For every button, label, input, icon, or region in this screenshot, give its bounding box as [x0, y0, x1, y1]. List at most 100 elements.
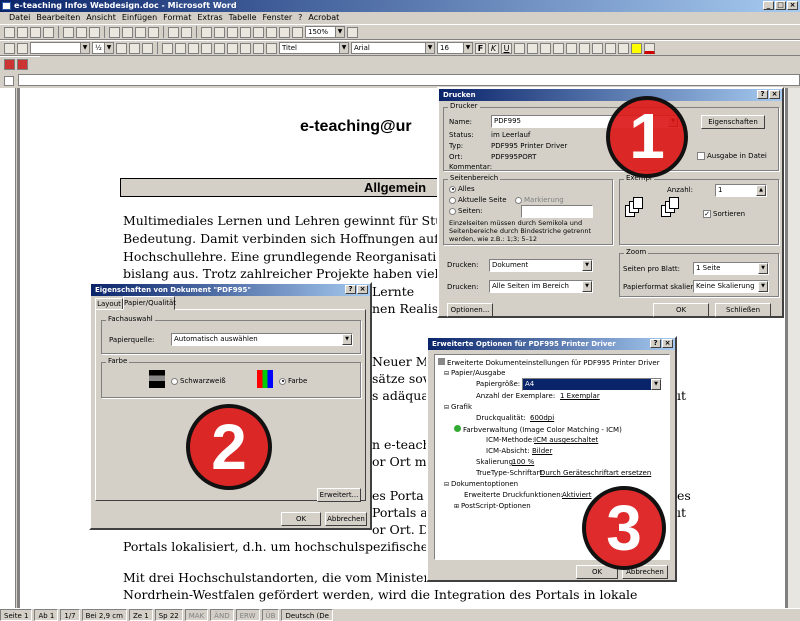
truetype-value[interactable]: Durch Geräteschriftart ersetzen	[540, 469, 651, 477]
print-help-button[interactable]: ?	[757, 90, 768, 99]
scale-to-paper-select[interactable]: Keine Skalierung ▼	[693, 280, 769, 293]
highlight-icon[interactable]	[631, 42, 642, 54]
status-ub[interactable]: ÜB	[261, 609, 280, 621]
tree-icm[interactable]: Farbverwaltung (Image Color Matching - I…	[454, 425, 622, 434]
tables-icon[interactable]	[214, 26, 225, 38]
merge-icon[interactable]	[175, 42, 186, 54]
minimize-button[interactable]: _	[763, 1, 774, 10]
props-cancel-button[interactable]: Abbrechen	[325, 512, 367, 526]
print-range-select[interactable]: Alle Seiten im Bereich ▼	[489, 280, 593, 293]
pencil-icon[interactable]	[4, 42, 15, 54]
tree-root[interactable]: Erweiterte Dokumenteinstellungen für PDF…	[438, 358, 660, 367]
range-current-radio[interactable]: Aktuelle Seite	[449, 196, 507, 204]
print-to-file-checkbox[interactable]: Ausgabe in Datei	[697, 152, 767, 160]
tree-paper-output[interactable]: ⊟ Papier/Ausgabe	[444, 369, 505, 377]
help-icon[interactable]	[347, 26, 358, 38]
line-width-combo[interactable]: ½ ▼	[92, 42, 114, 54]
sum-icon[interactable]	[266, 42, 277, 54]
decrease-indent-icon[interactable]	[592, 42, 603, 54]
print-icon[interactable]	[63, 26, 74, 38]
acrobat-mail-icon[interactable]	[17, 59, 28, 70]
zoom-combo[interactable]: 150% ▼	[305, 26, 345, 38]
align-icon[interactable]	[201, 42, 212, 54]
print-close-x-button[interactable]: ×	[769, 90, 780, 99]
cut-icon[interactable]	[109, 26, 120, 38]
bullets-icon[interactable]	[579, 42, 590, 54]
pages-input[interactable]	[521, 205, 593, 218]
underline-button[interactable]: U	[501, 42, 512, 54]
props-close-x-button[interactable]: ×	[357, 285, 368, 294]
pages-per-sheet-select[interactable]: 1 Seite ▼	[693, 262, 769, 275]
props-help-button[interactable]: ?	[345, 285, 356, 294]
adv-close-x-button[interactable]: ×	[662, 339, 673, 348]
status-mak[interactable]: MAK	[184, 609, 209, 621]
font-color-icon[interactable]	[644, 42, 655, 54]
doc-map-icon[interactable]	[279, 26, 290, 38]
menu-tabelle[interactable]: Tabelle	[226, 12, 260, 24]
maximize-button[interactable]: □	[775, 1, 786, 10]
menu-help[interactable]: ?	[295, 12, 305, 24]
italic-button[interactable]: K	[488, 42, 499, 54]
eraser-icon[interactable]	[17, 42, 28, 54]
border-color-icon[interactable]	[116, 42, 127, 54]
copies-count-input[interactable]: 1 ▲	[715, 184, 767, 197]
hyperlink-icon[interactable]	[201, 26, 212, 38]
spelling-icon[interactable]	[89, 26, 100, 38]
new-icon[interactable]	[4, 26, 15, 38]
border-icon[interactable]	[129, 42, 140, 54]
print-quality-value[interactable]: 600dpi	[530, 414, 554, 422]
preview-icon[interactable]	[76, 26, 87, 38]
menu-fenster[interactable]: Fenster	[260, 12, 296, 24]
menu-format[interactable]: Format	[160, 12, 194, 24]
range-all-radio[interactable]: Alles	[449, 185, 475, 193]
format-painter-icon[interactable]	[148, 26, 159, 38]
split-icon[interactable]	[188, 42, 199, 54]
align-right-icon[interactable]	[540, 42, 551, 54]
menu-acrobat[interactable]: Acrobat	[305, 12, 342, 24]
vertical-ruler[interactable]	[0, 88, 16, 608]
insert-table-icon[interactable]	[227, 26, 238, 38]
horizontal-ruler[interactable]	[18, 74, 800, 86]
table-insert-icon[interactable]	[162, 42, 173, 54]
menu-bearbeiten[interactable]: Bearbeiten	[33, 12, 83, 24]
monochrome-radio[interactable]: Schwarzweiß	[171, 377, 226, 385]
paste-icon[interactable]	[135, 26, 146, 38]
menu-ansicht[interactable]: Ansicht	[83, 12, 119, 24]
tree-postscript[interactable]: ⊞ PostScript-Optionen	[454, 502, 531, 510]
close-button[interactable]: ×	[787, 1, 798, 10]
justify-icon[interactable]	[553, 42, 564, 54]
properties-button[interactable]: Eigenschaften	[701, 115, 765, 129]
sort-icon[interactable]	[253, 42, 264, 54]
redo-icon[interactable]	[181, 26, 192, 38]
icm-method-value[interactable]: ICM ausgeschaltet	[534, 436, 598, 444]
undo-icon[interactable]	[168, 26, 179, 38]
tab-paper-quality[interactable]: Papier/Qualität	[123, 296, 176, 310]
mail-icon[interactable]	[43, 26, 54, 38]
advanced-button[interactable]: Erweitert...	[317, 488, 361, 502]
distribute-icon[interactable]	[214, 42, 225, 54]
print-close-button[interactable]: Schließen	[715, 303, 771, 317]
color-radio[interactable]: Farbe	[279, 377, 307, 385]
range-selection-radio[interactable]: Markierung	[515, 196, 564, 204]
props-ok-button[interactable]: OK	[281, 512, 321, 526]
status-erw[interactable]: ERW	[235, 609, 260, 621]
copy-count-value[interactable]: 1 Exemplar	[560, 392, 600, 400]
collate-checkbox[interactable]: ✓ Sortieren	[703, 210, 745, 218]
print-what-select[interactable]: Dokument ▼	[489, 259, 593, 272]
menu-extras[interactable]: Extras	[194, 12, 225, 24]
drawing-icon[interactable]	[266, 26, 277, 38]
autoformat-icon[interactable]	[227, 42, 238, 54]
adv-help-button[interactable]: ?	[650, 339, 661, 348]
open-icon[interactable]	[17, 26, 28, 38]
save-icon[interactable]	[30, 26, 41, 38]
tab-selector[interactable]	[4, 76, 14, 86]
align-left-icon[interactable]	[514, 42, 525, 54]
paper-source-select[interactable]: Automatisch auswählen ▼	[171, 333, 353, 346]
font-size-combo[interactable]: 16 ▼	[437, 42, 473, 54]
status-aend[interactable]: ÄND	[210, 609, 234, 621]
align-center-icon[interactable]	[527, 42, 538, 54]
options-button[interactable]: Optionen...	[447, 303, 493, 317]
line-style-combo[interactable]: ▼	[30, 42, 90, 54]
range-pages-radio[interactable]: Seiten:	[449, 207, 483, 215]
paper-size-select[interactable]: A4 ▼	[522, 378, 662, 391]
